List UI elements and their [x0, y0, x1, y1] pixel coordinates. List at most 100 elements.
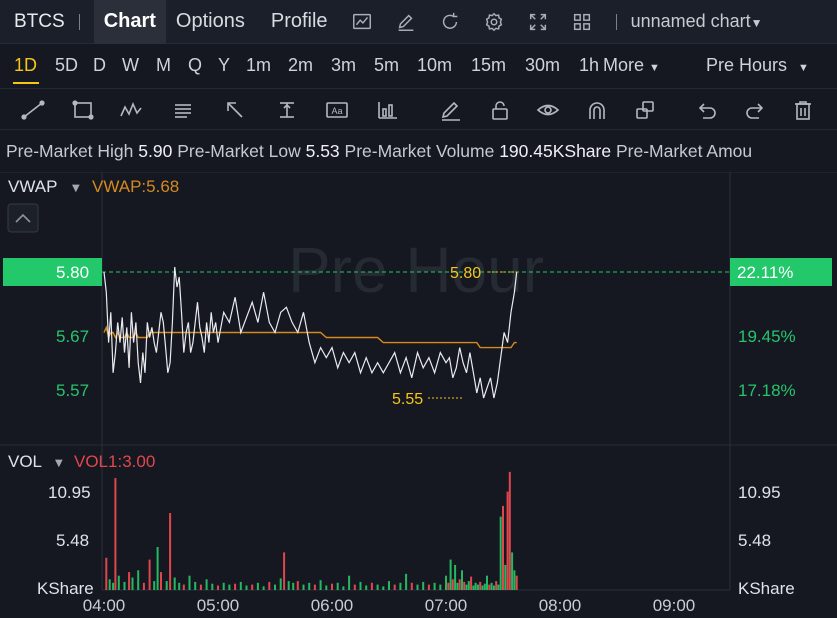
volume-bar	[211, 583, 214, 590]
lock-icon[interactable]	[487, 98, 513, 122]
wave-icon[interactable]	[118, 98, 144, 122]
interval-1d[interactable]: 1D	[14, 55, 37, 76]
collapse-button[interactable]	[7, 203, 39, 233]
text-icon[interactable]	[170, 98, 196, 122]
volume-bar	[287, 581, 290, 590]
volume-bar	[308, 582, 311, 590]
trendline-icon[interactable]	[20, 98, 46, 122]
volume-bar	[182, 584, 185, 590]
tab-profile[interactable]: Profile	[271, 0, 328, 44]
volume-bar	[114, 478, 117, 590]
vwap-indicator-name[interactable]: VWAP	[8, 177, 57, 196]
volume-bar	[399, 582, 402, 590]
caret-down-icon: ▼	[649, 62, 660, 74]
rectangle-icon[interactable]	[70, 98, 96, 122]
session-dropdown[interactable]: Pre Hours ▼	[706, 55, 809, 76]
volume-bar	[268, 581, 271, 590]
interval-1m[interactable]: 1m	[246, 55, 271, 76]
volume-bar	[142, 582, 145, 590]
interval-m[interactable]: M	[156, 55, 171, 76]
volume-bar	[479, 581, 482, 590]
volume-bar	[488, 584, 491, 590]
caret-down-icon: ▼	[750, 16, 763, 30]
premarket-low-label: Pre-Market Low	[177, 141, 301, 161]
ticker-symbol[interactable]: BTCS	[14, 11, 65, 33]
volume-bar	[499, 516, 502, 590]
volume-bar	[245, 585, 248, 590]
settings-icon[interactable]	[482, 10, 506, 34]
current-pct-value: 22.11%	[737, 263, 793, 282]
layers-icon[interactable]	[632, 98, 658, 122]
interval-w[interactable]: W	[122, 55, 139, 76]
magnet-icon[interactable]	[584, 98, 610, 122]
volume-bar	[117, 575, 120, 590]
interval-30m[interactable]: 30m	[525, 55, 560, 76]
trash-icon[interactable]	[790, 98, 816, 122]
interval-5d[interactable]: 5D	[55, 55, 78, 76]
volume-bar	[128, 572, 131, 590]
refresh-icon[interactable]	[438, 10, 462, 34]
volume-bar	[467, 581, 470, 590]
volume-bar	[376, 584, 379, 590]
time-tick: 07:00	[425, 596, 468, 615]
volume-bar	[515, 575, 518, 590]
time-tick: 05:00	[197, 596, 240, 615]
volume-bar	[156, 547, 159, 590]
caret-down-icon[interactable]: ▼	[55, 458, 63, 469]
volume-bar	[439, 584, 442, 590]
edit-icon[interactable]	[394, 10, 418, 34]
vol-indicator-name[interactable]: VOL	[8, 452, 42, 471]
chart-name-dropdown[interactable]: unnamed chart▼	[631, 11, 763, 32]
volume-bar	[336, 582, 339, 590]
redo-icon[interactable]	[742, 98, 768, 122]
volume-bar	[256, 582, 259, 590]
volume-bar	[504, 564, 507, 590]
more-intervals-button[interactable]: More ▼	[603, 55, 660, 76]
volume-bar	[169, 513, 172, 590]
grid-icon[interactable]	[570, 10, 594, 34]
selected-interval-underline	[13, 82, 39, 84]
tab-options[interactable]: Options	[176, 0, 245, 44]
price-chart[interactable]: Pre Hour VWAP ▼ VWAP:5.68 5.78 5.67 5.57…	[0, 172, 837, 618]
pen-icon[interactable]	[438, 98, 464, 122]
interval-3m[interactable]: 3m	[331, 55, 356, 76]
volume-bar	[165, 581, 168, 590]
volume-bar	[348, 575, 351, 590]
volume-bar	[483, 583, 486, 590]
volume-bar	[382, 586, 385, 590]
volume-bar	[454, 564, 457, 590]
volume-bar	[205, 579, 208, 590]
volume-bar	[422, 581, 425, 590]
interval-10m[interactable]: 10m	[417, 55, 452, 76]
interval-15m[interactable]: 15m	[471, 55, 506, 76]
interval-2m[interactable]: 2m	[288, 55, 313, 76]
premarket-volume-label: Pre-Market Volume	[344, 141, 495, 161]
volume-bar	[393, 584, 396, 590]
bars-icon[interactable]	[374, 98, 400, 122]
premarket-volume-value: 190.45KShare	[499, 141, 612, 161]
interval-q[interactable]: Q	[188, 55, 202, 76]
volume-bar	[283, 552, 286, 590]
interval-d[interactable]: D	[93, 55, 106, 76]
anchor-icon[interactable]	[274, 98, 300, 122]
arrow-icon[interactable]	[222, 98, 248, 122]
volume-bar	[302, 584, 305, 590]
caret-down-icon[interactable]: ▼	[72, 183, 80, 194]
volume-bar	[353, 584, 356, 590]
caret-down-icon: ▼	[798, 62, 809, 74]
interval-y[interactable]: Y	[218, 55, 230, 76]
fullscreen-icon[interactable]	[526, 10, 550, 34]
undo-icon[interactable]	[694, 98, 720, 122]
label-icon[interactable]: Aa	[324, 98, 350, 122]
chart-name: unnamed chart	[630, 11, 751, 31]
chart-icon[interactable]	[350, 10, 374, 34]
volume-bar	[279, 578, 282, 590]
volume-bar	[112, 582, 115, 590]
tab-chart[interactable]: Chart	[93, 0, 166, 44]
volume-bar	[486, 575, 488, 590]
pct-tick: 17.18%	[738, 381, 796, 400]
interval-1h[interactable]: 1h	[579, 55, 599, 76]
eye-icon[interactable]	[535, 98, 561, 122]
time-tick: 06:00	[311, 596, 354, 615]
interval-5m[interactable]: 5m	[374, 55, 399, 76]
